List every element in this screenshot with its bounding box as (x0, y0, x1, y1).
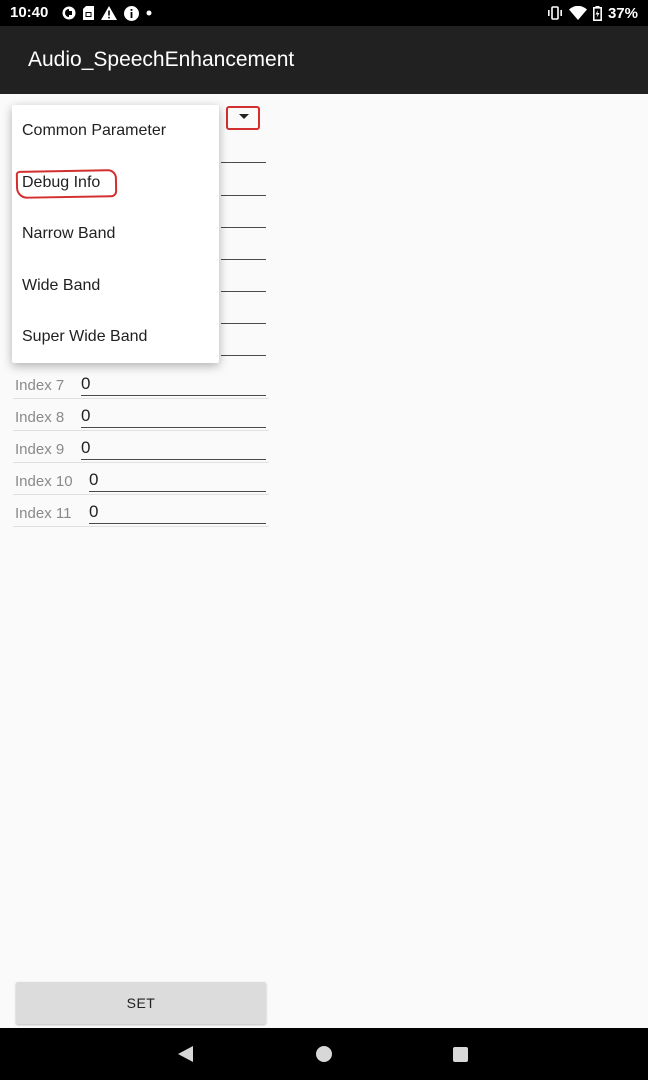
menu-item-narrow-band[interactable]: Narrow Band (12, 208, 219, 260)
index-label: Index 10 (15, 473, 73, 490)
index-value: 0 (81, 374, 91, 393)
menu-item-super-wide-band[interactable]: Super Wide Band (12, 311, 219, 363)
index-value-field[interactable]: 0 (89, 502, 266, 524)
index-label: Index 9 (15, 441, 65, 458)
menu-item-label: Super Wide Band (22, 328, 148, 345)
warning-icon (101, 6, 117, 20)
recents-icon[interactable] (453, 1047, 468, 1062)
index-value: 0 (81, 406, 91, 425)
menu-item-label: Narrow Band (22, 225, 116, 242)
field-underline (221, 259, 266, 260)
set-button[interactable]: SET (16, 982, 266, 1024)
spinner-dropdown-button[interactable] (226, 106, 260, 130)
index-value-field[interactable]: 0 (81, 406, 266, 428)
index-row: Index 10 0 (13, 463, 269, 495)
app-title: Audio_SpeechEnhancement (28, 48, 295, 71)
dot-icon (146, 10, 152, 16)
field-underline (221, 323, 266, 324)
wifi-icon (568, 6, 587, 20)
field-underline (221, 195, 266, 196)
index-row: Index 7 0 (13, 367, 269, 399)
index-value: 0 (89, 502, 99, 521)
dropdown-menu: Common Parameter Debug Info Narrow Band … (12, 105, 219, 363)
status-left-icons (62, 4, 152, 22)
index-value-field[interactable]: 0 (81, 374, 266, 396)
home-icon[interactable] (316, 1046, 332, 1062)
menu-item-label: Common Parameter (22, 122, 167, 139)
sim-card-icon (83, 6, 94, 20)
field-underline (221, 227, 266, 228)
field-underline (221, 355, 266, 356)
navigation-bar (0, 1028, 648, 1080)
status-bar: 10:40 37% (0, 0, 648, 26)
field-underline (221, 162, 266, 163)
index-label: Index 7 (15, 377, 65, 394)
menu-item-label: Wide Band (22, 276, 101, 294)
back-icon[interactable] (178, 1046, 193, 1062)
battery-percent: 37% (607, 4, 638, 22)
battery-icon (592, 5, 602, 21)
menu-item-debug-info[interactable]: Debug Info (12, 157, 219, 209)
app-bar: Audio_SpeechEnhancement (0, 26, 648, 94)
status-time: 10:40 (10, 4, 49, 21)
menu-item-label: Debug Info (22, 173, 101, 191)
index-row: Index 11 0 (13, 495, 269, 527)
menu-item-wide-band[interactable]: Wide Band (12, 260, 219, 312)
sync-icon (62, 6, 76, 20)
field-underline (221, 291, 266, 292)
vibrate-icon (547, 6, 562, 20)
menu-item-common-parameter[interactable]: Common Parameter (12, 105, 219, 157)
index-row: Index 9 0 (13, 431, 269, 463)
index-value-field[interactable]: 0 (81, 438, 266, 460)
index-value-field[interactable]: 0 (89, 470, 266, 492)
status-right: 37% (547, 4, 638, 22)
index-label: Index 8 (15, 409, 65, 426)
red-annotation-box (226, 106, 260, 130)
index-row: Index 8 0 (13, 399, 269, 431)
index-value: 0 (81, 438, 91, 457)
info-icon (124, 5, 139, 21)
index-value: 0 (89, 470, 99, 489)
index-label: Index 11 (15, 505, 72, 522)
